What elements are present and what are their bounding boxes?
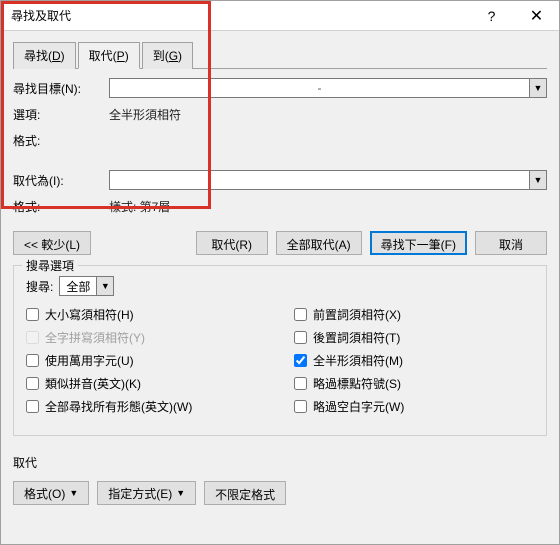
replace-section: 取代 格式(O) ▼ 指定方式(E) ▼ 不限定格式 <box>13 454 547 505</box>
chevron-down-icon[interactable]: ▼ <box>529 170 547 190</box>
format-dropdown-button[interactable]: 格式(O) ▼ <box>13 481 89 505</box>
chk-whole-word: 全字拼寫須相符(Y) <box>26 329 266 346</box>
find-input[interactable] <box>109 78 529 98</box>
options-value: 全半形須相符 <box>109 106 181 123</box>
replace-all-button[interactable]: 全部取代(A) <box>276 231 362 255</box>
replace-section-title: 取代 <box>13 454 547 471</box>
less-button[interactable]: << 較少(L) <box>13 231 91 255</box>
chevron-down-icon[interactable]: ▼ <box>529 78 547 98</box>
chk-whitespace[interactable]: 略過空白字元(W) <box>294 398 534 415</box>
chevron-down-icon: ▼ <box>69 488 78 498</box>
chk-sounds-like[interactable]: 類似拼音(英文)(K) <box>26 375 266 392</box>
replace-format-value: 樣式: 第7層 <box>109 198 170 215</box>
search-options-title: 搜尋選項 <box>22 257 78 274</box>
chk-all-forms-box[interactable] <box>26 400 39 413</box>
chk-suffix[interactable]: 後置詞須相符(T) <box>294 329 534 346</box>
replace-input[interactable] <box>109 170 529 190</box>
chk-all-forms[interactable]: 全部尋找所有形態(英文)(W) <box>26 398 266 415</box>
chk-wildcards-box[interactable] <box>26 354 39 367</box>
chk-width-box[interactable] <box>294 354 307 367</box>
chk-match-case-box[interactable] <box>26 308 39 321</box>
search-direction-value: 全部 <box>59 276 96 296</box>
search-direction-select[interactable]: 全部 ▼ <box>59 276 114 296</box>
tab-bar: 尋找(D) 取代(P) 到(G) <box>13 41 547 69</box>
close-button[interactable]: ✕ <box>514 1 559 31</box>
chk-punct[interactable]: 略過標點符號(S) <box>294 375 534 392</box>
chk-sounds-like-box[interactable] <box>26 377 39 390</box>
replace-label: 取代為(I): <box>13 172 109 189</box>
chevron-down-icon: ▼ <box>176 488 185 498</box>
special-dropdown-button[interactable]: 指定方式(E) ▼ <box>97 481 196 505</box>
replace-button[interactable]: 取代(R) <box>196 231 268 255</box>
search-options-group: 搜尋選項 搜尋: 全部 ▼ 大小寫須相符(H) 全字拼寫須相符(Y) <box>13 265 547 436</box>
cancel-button[interactable]: 取消 <box>475 231 547 255</box>
search-direction-label: 搜尋: <box>26 278 53 295</box>
replace-format-label: 格式: <box>13 198 109 215</box>
find-next-button[interactable]: 尋找下一筆(F) <box>370 231 467 255</box>
chk-whole-word-box <box>26 331 39 344</box>
dialog-title: 尋找及取代 <box>11 7 469 24</box>
content-area: 尋找(D) 取代(P) 到(G) 尋找目標(N): ▼ 選項: 全半形須相符 格… <box>1 31 559 515</box>
find-combo[interactable]: ▼ <box>109 78 547 98</box>
find-label: 尋找目標(N): <box>13 80 109 97</box>
tab-goto[interactable]: 到(G) <box>142 42 193 69</box>
no-format-button[interactable]: 不限定格式 <box>204 481 286 505</box>
find-format-label: 格式: <box>13 132 109 149</box>
chk-whitespace-box[interactable] <box>294 400 307 413</box>
chk-match-case[interactable]: 大小寫須相符(H) <box>26 306 266 323</box>
dialog-window: 尋找及取代 ? ✕ 尋找(D) 取代(P) 到(G) 尋找目標(N): ▼ 選項… <box>0 0 560 545</box>
tab-replace[interactable]: 取代(P) <box>78 42 140 69</box>
chevron-down-icon[interactable]: ▼ <box>96 276 114 296</box>
chk-prefix[interactable]: 前置詞須相符(X) <box>294 306 534 323</box>
chk-punct-box[interactable] <box>294 377 307 390</box>
tab-find[interactable]: 尋找(D) <box>13 42 76 69</box>
chk-prefix-box[interactable] <box>294 308 307 321</box>
chk-width[interactable]: 全半形須相符(M) <box>294 352 534 369</box>
options-label: 選項: <box>13 106 109 123</box>
titlebar: 尋找及取代 ? ✕ <box>1 1 559 31</box>
help-button[interactable]: ? <box>469 1 514 31</box>
chk-wildcards[interactable]: 使用萬用字元(U) <box>26 352 266 369</box>
button-row: << 較少(L) 取代(R) 全部取代(A) 尋找下一筆(F) 取消 <box>13 231 547 255</box>
replace-combo[interactable]: ▼ <box>109 170 547 190</box>
chk-suffix-box[interactable] <box>294 331 307 344</box>
